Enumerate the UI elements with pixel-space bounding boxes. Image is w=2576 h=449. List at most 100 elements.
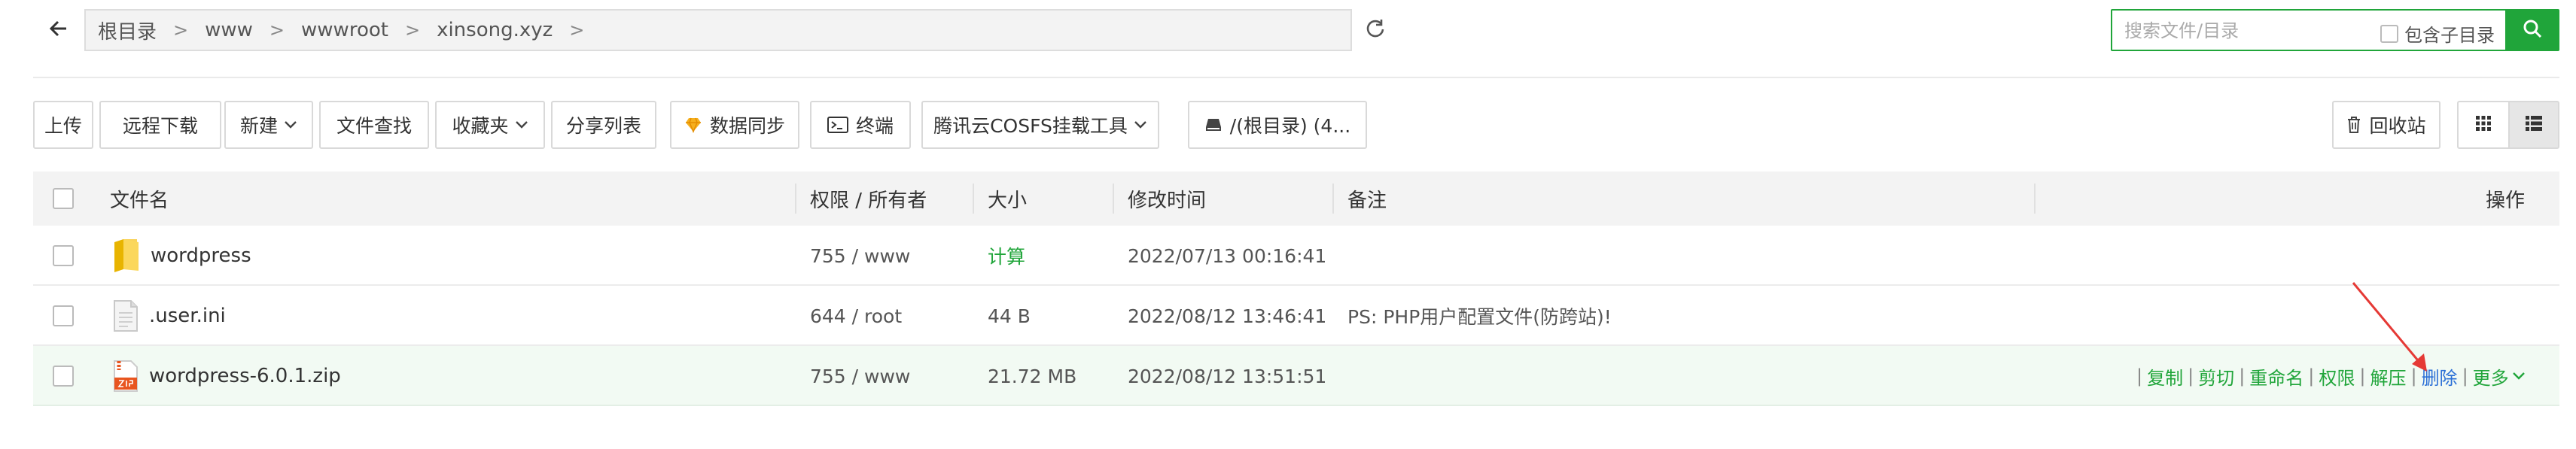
checkbox-icon[interactable] [2380,24,2398,43]
recycle-bin-label: 回收站 [2369,115,2426,137]
action-separator: | [2308,366,2315,387]
new-label: 新建 [239,115,278,137]
upload-label: 上传 [44,115,82,137]
chevron-down-icon [284,117,297,133]
file-name-cell[interactable]: wordpress [113,226,251,286]
recycle-bin-button[interactable]: 回收站 [2332,101,2441,149]
col-header-note: 备注 [1347,189,1387,212]
row-checkbox[interactable] [53,226,74,286]
remote-download-button[interactable]: 远程下载 [99,101,221,149]
table-header [33,171,2559,226]
chevron-down-icon [515,117,528,133]
chevron-down-icon [1134,117,1147,133]
chevron-right-icon: > [173,20,189,41]
breadcrumb-site[interactable]: xinsong.xyz [437,19,553,41]
disk-button[interactable]: /(根目录) (4... [1188,101,1367,149]
column-divider [973,184,974,214]
checkbox-icon[interactable] [53,305,74,326]
favorites-label: 收藏夹 [452,115,509,137]
mtime-cell: 2022/07/13 00:16:41 [1128,244,1327,267]
column-divider [1113,184,1114,214]
file-name[interactable]: .user.ini [149,305,226,327]
list-view-icon [2525,114,2543,136]
file-name-cell[interactable]: wordpress-6.0.1.zip [113,346,341,406]
column-divider [795,184,796,214]
folder-icon [113,238,140,274]
search-box: 包含子目录 [2111,9,2516,51]
cosfs-dropdown-button[interactable]: 腾讯云COSFS挂载工具 [921,101,1159,149]
checkbox-icon[interactable] [53,366,74,387]
search-icon [2522,18,2543,42]
grid-view-button[interactable] [2457,101,2510,149]
action-separator: | [2188,366,2194,387]
breadcrumb-root[interactable]: 根目录 [98,17,157,44]
file-name-cell[interactable]: .user.ini [113,286,226,346]
col-header-name[interactable]: 文件名 [110,171,169,226]
back-arrow-icon [49,20,68,40]
disk-label: /(根目录) (4... [1229,115,1351,137]
checkbox-icon[interactable] [53,245,74,266]
chevron-down-icon [2512,372,2526,381]
perm-cell[interactable]: 755 / www [810,226,910,286]
note-cell[interactable]: PS: PHP用户配置文件(防跨站)! [1347,286,1612,346]
file-search-button[interactable]: 文件查找 [319,101,429,149]
column-divider [2034,184,2036,214]
more-link[interactable]: 更多 [2473,363,2526,390]
annotation-arrow-icon [2352,282,2427,372]
file-search-label: 文件查找 [336,115,412,137]
breadcrumb-wwwroot[interactable]: wwwroot [301,19,388,41]
size-calc-link[interactable]: 计算 [988,226,1025,286]
cut-link[interactable]: 剪切 [2198,363,2234,390]
col-header-perm[interactable]: 权限 / 所有者 [810,171,927,226]
cosfs-label: 腾讯云COSFS挂载工具 [933,115,1128,137]
upload-button[interactable]: 上传 [33,101,93,149]
chevron-right-icon: > [569,20,585,41]
include-subdirs-checkbox[interactable]: 包含子目录 [2380,20,2495,47]
size-cell: 21.72 MB [988,365,1077,387]
share-list-button[interactable]: 分享列表 [551,101,656,149]
trash-icon [2346,116,2361,134]
action-separator: | [2462,366,2468,387]
terminal-label: 终端 [855,115,894,137]
perm-cell[interactable]: 755 / www [810,346,910,406]
row-actions: | 复制 | 剪切 | 重命名 | 权限 | 解压 | 删除 | 更多 [2132,346,2526,406]
rename-link[interactable]: 重命名 [2249,363,2303,390]
search-button[interactable] [2505,9,2559,51]
copy-link[interactable]: 复制 [2147,363,2183,390]
zip-file-icon [113,360,139,393]
breadcrumb: 根目录 > www > wwwroot > xinsong.xyz > [98,9,601,51]
action-separator: | [2239,366,2246,387]
row-checkbox[interactable] [53,286,74,346]
file-name[interactable]: wordpress-6.0.1.zip [149,365,341,387]
divider [33,77,2559,78]
refresh-button[interactable] [1350,9,1399,51]
grid-view-icon [2475,114,2492,136]
file-name[interactable]: wordpress [151,244,251,267]
breadcrumb-www[interactable]: www [205,19,253,41]
column-divider [1332,184,1334,214]
list-view-button[interactable] [2508,101,2559,149]
refresh-icon [1365,18,1386,42]
action-separator: | [2136,366,2143,387]
remote-download-label: 远程下载 [122,115,198,137]
col-header-ops: 操作 [2486,189,2526,212]
include-subdirs-label: 包含子目录 [2404,25,2495,46]
file-icon [113,299,139,332]
back-button[interactable] [33,9,86,51]
col-header-size[interactable]: 大小 [988,171,1027,226]
perm-cell[interactable]: 644 / root [810,286,902,346]
checkbox-icon[interactable] [53,188,74,209]
share-list-label: 分享列表 [565,115,641,137]
col-header-mtime[interactable]: 修改时间 [1128,171,1206,226]
terminal-button[interactable]: 终端 [810,101,911,149]
search-input[interactable] [2123,17,2382,45]
chevron-right-icon: > [404,20,421,41]
favorites-dropdown-button[interactable]: 收藏夹 [435,101,545,149]
row-checkbox[interactable] [53,346,74,406]
hard-disk-icon [1204,117,1223,133]
data-sync-label: 数据同步 [709,115,785,137]
data-sync-button[interactable]: 数据同步 [670,101,799,149]
chevron-right-icon: > [269,20,285,41]
new-dropdown-button[interactable]: 新建 [224,101,313,149]
select-all-checkbox[interactable] [53,171,74,226]
